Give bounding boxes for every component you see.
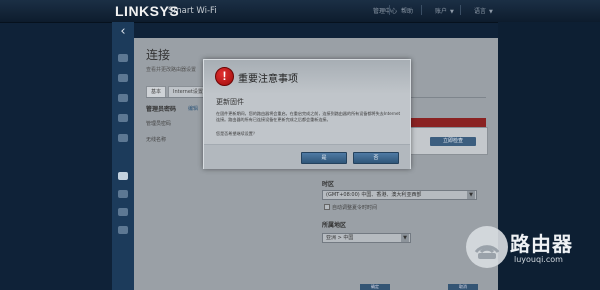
divider bbox=[460, 5, 461, 15]
back-arrow-icon[interactable]: ‹ bbox=[115, 24, 131, 40]
nav-connectivity-icon[interactable] bbox=[118, 172, 128, 180]
top-link-language[interactable]: 语言 ▼ bbox=[474, 6, 493, 15]
router-watermark-glyph bbox=[474, 245, 500, 259]
nav-parental-controls-icon[interactable] bbox=[118, 94, 128, 102]
dialog-question: 您是否希望继续设置？ bbox=[216, 131, 257, 136]
nav-network-map-icon[interactable] bbox=[118, 54, 128, 62]
account-label: 账户 bbox=[435, 8, 448, 15]
chevron-down-icon: ▼ bbox=[467, 191, 475, 199]
divider bbox=[421, 5, 422, 15]
nav-security-icon[interactable] bbox=[118, 226, 128, 234]
nav-speed-test-icon[interactable] bbox=[118, 134, 128, 142]
nav-wireless-icon[interactable] bbox=[118, 208, 128, 216]
page-title: 连接 bbox=[146, 48, 171, 62]
product-name: Smart Wi-Fi bbox=[168, 6, 217, 16]
region-value: 亚洲 > 中国 bbox=[326, 235, 354, 241]
region-select[interactable]: 亚洲 > 中国 ▼ bbox=[322, 233, 411, 243]
nav-media-prioritization-icon[interactable] bbox=[118, 114, 128, 122]
dialog-title: 重要注意事项 bbox=[238, 74, 298, 85]
chevron-down-icon: ▼ bbox=[489, 9, 493, 15]
timezone-select[interactable]: (GMT+08:00) 中国、香港、澳大利亚西部 ▼ bbox=[322, 190, 477, 200]
nav-guest-access-icon[interactable] bbox=[118, 74, 128, 82]
router-watermark-icon bbox=[466, 226, 508, 268]
top-link-account[interactable]: 账户 ▼ bbox=[435, 6, 454, 15]
dialog-message: 在固件更新期间，您的路由器将会重启。在重启完成之前，连接到路由器的所有设备都将失… bbox=[216, 111, 401, 122]
dst-label: 自动调整夏令时时间 bbox=[332, 205, 378, 211]
dialog-yes-button[interactable]: 是 bbox=[301, 152, 347, 164]
watermark-text: 路由器 bbox=[510, 232, 573, 256]
left-nav: ‹ bbox=[112, 22, 134, 290]
divider bbox=[389, 5, 390, 15]
cancel-button[interactable]: 取消 bbox=[448, 284, 478, 290]
region-label: 所属地区 bbox=[322, 222, 347, 229]
top-link-admin[interactable]: 管理中心 bbox=[373, 6, 397, 15]
ok-button[interactable]: 确定 bbox=[360, 284, 390, 290]
dst-checkbox[interactable] bbox=[324, 204, 330, 210]
page-subtitle: 查看并更改路由器设置 bbox=[146, 67, 197, 73]
router-password-label: 管理员密码 bbox=[146, 106, 177, 113]
dialog-header: ! 重要注意事项 bbox=[204, 60, 410, 94]
top-bar: LINKSYS Smart Wi-Fi 管理中心 帮助 账户 ▼ 语言 ▼ bbox=[0, 0, 600, 23]
timezone-label: 时区 bbox=[322, 181, 335, 188]
dialog-footer: 是 否 bbox=[204, 144, 410, 169]
wireless-name-label: 无线名称 bbox=[146, 137, 167, 143]
important-notice-dialog: ! 重要注意事项 更新固件 在固件更新期间，您的路由器将会重启。在重启完成之前，… bbox=[203, 59, 411, 169]
timezone-value: (GMT+08:00) 中国、香港、澳大利亚西部 bbox=[326, 192, 422, 198]
chevron-down-icon: ▼ bbox=[450, 9, 454, 15]
top-link-help[interactable]: 帮助 bbox=[401, 6, 413, 15]
dialog-no-button[interactable]: 否 bbox=[353, 152, 399, 164]
dialog-subtitle: 更新固件 bbox=[216, 98, 244, 106]
watermark-url: luyouqi.com bbox=[514, 255, 563, 264]
language-label: 语言 bbox=[474, 8, 487, 15]
nav-troubleshooting-icon[interactable] bbox=[118, 190, 128, 198]
firmware-label: 管理员密码 bbox=[146, 121, 172, 127]
chevron-down-icon: ▼ bbox=[401, 234, 409, 242]
warning-icon: ! bbox=[215, 67, 234, 86]
check-update-button[interactable]: 立即检查 bbox=[430, 137, 476, 146]
edit-link[interactable]: 编辑 bbox=[188, 105, 198, 112]
